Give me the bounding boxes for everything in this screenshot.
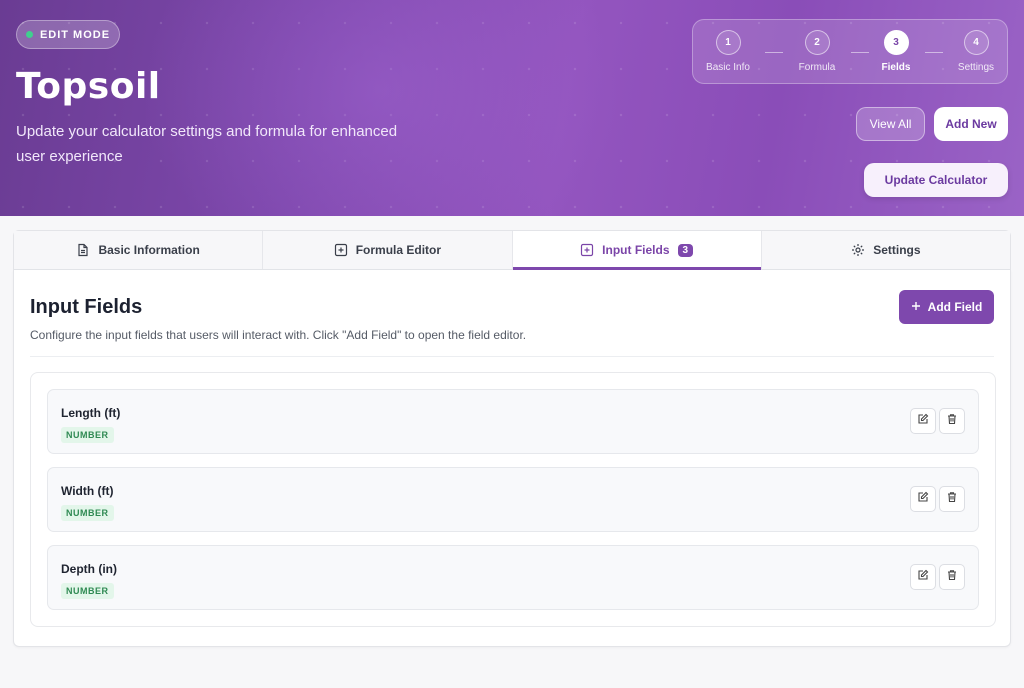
tab-label: Settings bbox=[873, 243, 921, 257]
step-number: 2 bbox=[804, 30, 830, 55]
delete-field-button[interactable] bbox=[939, 564, 965, 590]
view-all-button[interactable]: View All bbox=[856, 107, 925, 141]
hero-header: EDIT MODE Topsoil Update your calculator… bbox=[0, 0, 1024, 216]
field-item[interactable]: Length (ft) NUMBER bbox=[47, 389, 979, 454]
tab-settings[interactable]: Settings bbox=[761, 231, 1010, 269]
progress-stepper: 1 Basic Info 2 Formula 3 Fields 4 Settin… bbox=[692, 19, 1008, 84]
step-number: 1 bbox=[715, 30, 741, 55]
tab-basic-information[interactable]: Basic Information bbox=[14, 231, 264, 269]
edit-field-button[interactable] bbox=[910, 486, 936, 512]
trash-icon bbox=[946, 412, 958, 430]
fields-list: Length (ft) NUMBER Width (ft) NUMBER Dep… bbox=[30, 372, 996, 627]
step-settings[interactable]: 4 Settings bbox=[946, 30, 1006, 73]
field-actions bbox=[910, 564, 965, 590]
add-field-button[interactable]: Add Field bbox=[899, 290, 994, 324]
step-connector bbox=[765, 52, 783, 53]
tab-label: Input Fields bbox=[602, 243, 670, 257]
edit-icon bbox=[917, 412, 929, 430]
section-title: Input Fields bbox=[30, 296, 143, 318]
step-formula[interactable]: 2 Formula bbox=[787, 30, 847, 73]
delete-field-button[interactable] bbox=[939, 486, 965, 512]
edit-mode-badge: EDIT MODE bbox=[16, 20, 120, 49]
field-actions bbox=[910, 408, 965, 434]
tab-label: Basic Information bbox=[98, 243, 200, 257]
edit-field-button[interactable] bbox=[910, 564, 936, 590]
edit-icon bbox=[917, 568, 929, 586]
step-number: 4 bbox=[963, 30, 989, 55]
step-number: 3 bbox=[883, 30, 909, 55]
plus-icon bbox=[911, 300, 921, 314]
plus-square-icon bbox=[334, 243, 348, 257]
plus-square-icon bbox=[580, 243, 594, 257]
field-name: Width (ft) bbox=[61, 484, 114, 498]
tab-input-fields[interactable]: Input Fields 3 bbox=[512, 231, 762, 270]
update-calculator-button[interactable]: Update Calculator bbox=[864, 163, 1008, 197]
step-basic-info[interactable]: 1 Basic Info bbox=[698, 30, 758, 73]
delete-field-button[interactable] bbox=[939, 408, 965, 434]
add-new-button[interactable]: Add New bbox=[934, 107, 1008, 141]
step-label: Fields bbox=[881, 62, 911, 73]
tab-label: Formula Editor bbox=[355, 243, 442, 257]
step-label: Formula bbox=[798, 62, 836, 73]
status-dot-icon bbox=[25, 31, 33, 38]
field-type-badge: NUMBER bbox=[61, 427, 114, 443]
divider bbox=[30, 356, 994, 357]
section-description: Configure the input fields that users wi… bbox=[30, 328, 527, 342]
edit-field-button[interactable] bbox=[910, 408, 936, 434]
field-item[interactable]: Width (ft) NUMBER bbox=[47, 467, 979, 532]
trash-icon bbox=[946, 490, 958, 508]
step-fields[interactable]: 3 Fields bbox=[866, 30, 926, 73]
edit-mode-label: EDIT MODE bbox=[39, 28, 111, 41]
add-field-label: Add Field bbox=[927, 300, 983, 314]
step-label: Basic Info bbox=[706, 62, 750, 73]
gear-icon bbox=[851, 243, 865, 257]
page-title: Topsoil bbox=[16, 66, 161, 107]
input-fields-panel: Input Fields Configure the input fields … bbox=[13, 270, 1011, 647]
edit-icon bbox=[917, 490, 929, 508]
tab-bar: Basic Information Formula Editor Input F… bbox=[13, 230, 1011, 270]
trash-icon bbox=[946, 568, 958, 586]
tab-formula-editor[interactable]: Formula Editor bbox=[263, 231, 513, 269]
field-actions bbox=[910, 486, 965, 512]
document-icon bbox=[76, 243, 90, 257]
field-count-badge: 3 bbox=[677, 243, 694, 257]
step-label: Settings bbox=[957, 62, 995, 73]
field-type-badge: NUMBER bbox=[61, 505, 114, 521]
page-subtitle: Update your calculator settings and form… bbox=[16, 123, 398, 165]
step-connector bbox=[925, 52, 943, 53]
field-name: Depth (in) bbox=[61, 562, 117, 576]
field-type-badge: NUMBER bbox=[61, 583, 114, 599]
field-name: Length (ft) bbox=[61, 406, 121, 420]
field-item[interactable]: Depth (in) NUMBER bbox=[47, 545, 979, 610]
